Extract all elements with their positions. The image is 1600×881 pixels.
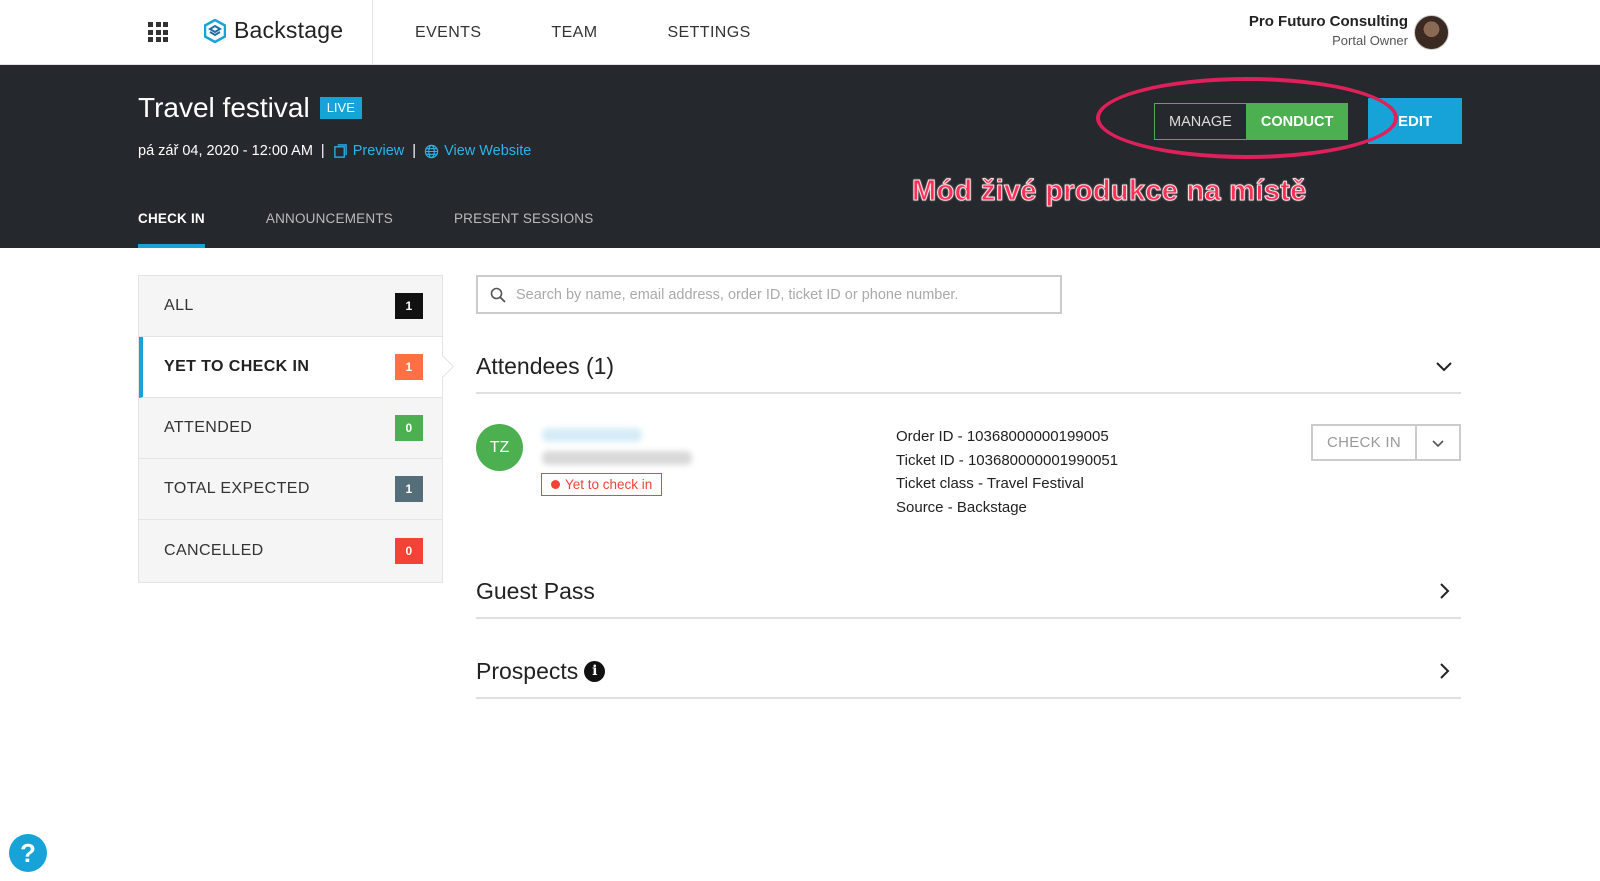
attendee-search [476, 275, 1062, 314]
attendees-section-header[interactable]: Attendees (1) [476, 340, 1461, 394]
preview-label: Preview [352, 143, 405, 159]
meta-separator: | [320, 143, 325, 159]
preview-link[interactable]: Preview [333, 143, 405, 159]
attendee-avatar: TZ [476, 424, 523, 471]
tab-announcements[interactable]: ANNOUNCEMENTS [266, 205, 393, 248]
annotation-text: Mód živé produkce na místě [912, 175, 1307, 208]
attendee-name-redacted [542, 428, 642, 442]
filter-attended[interactable]: ATTENDED 0 [139, 398, 442, 459]
chevron-down-icon[interactable] [1435, 357, 1453, 375]
prospects-section-header[interactable]: Prospects i [476, 645, 1461, 699]
guest-pass-section-header[interactable]: Guest Pass [476, 565, 1461, 619]
prospects-title: Prospects [476, 657, 579, 684]
globe-icon [424, 144, 439, 158]
status-dot-icon [551, 480, 560, 489]
nav-team[interactable]: TEAM [551, 24, 597, 42]
attendees-title: Attendees (1) [476, 352, 615, 379]
count-badge: 1 [395, 354, 423, 380]
brand[interactable]: Backstage [204, 17, 343, 44]
help-button[interactable]: ? [9, 834, 47, 872]
count-badge: 0 [395, 537, 423, 564]
edit-button[interactable]: EDIT [1368, 98, 1462, 144]
status-filter-panel: ALL 1 YET TO CHECK IN 1 ATTENDED 0 TOTAL… [138, 275, 443, 583]
event-header: Travel festival LIVE pá zář 04, 2020 - 1… [0, 65, 1600, 248]
check-in-dropdown[interactable] [1417, 426, 1459, 459]
event-datetime: pá zář 04, 2020 - 12:00 AM [138, 143, 313, 159]
filter-all[interactable]: ALL 1 [139, 276, 442, 337]
backstage-logo-icon [204, 18, 226, 43]
filter-label: YET TO CHECK IN [164, 358, 310, 375]
status-badge: Yet to check in [541, 473, 663, 496]
count-badge: 1 [395, 476, 423, 502]
main-nav: EVENTS TEAM SETTINGS [415, 0, 821, 65]
manage-mode-button[interactable]: MANAGE [1155, 104, 1247, 139]
search-input[interactable] [516, 286, 1036, 303]
top-navbar: Backstage EVENTS TEAM SETTINGS Pro Futur… [0, 0, 1600, 65]
status-label: Yet to check in [565, 477, 653, 492]
tab-present-sessions[interactable]: PRESENT SESSIONS [454, 205, 594, 248]
count-badge: 1 [395, 293, 423, 319]
filter-yet-to-check-in[interactable]: YET TO CHECK IN 1 [139, 337, 442, 398]
event-title-row: Travel festival LIVE [138, 92, 362, 124]
search-icon [490, 287, 506, 303]
user-info[interactable]: Pro Futuro Consulting Portal Owner [1249, 13, 1408, 48]
view-website-link[interactable]: View Website [424, 143, 531, 159]
live-badge: LIVE [319, 97, 362, 119]
user-role: Portal Owner [1332, 33, 1408, 48]
filter-label: ATTENDED [164, 419, 253, 436]
apps-grid-icon[interactable] [148, 22, 168, 42]
chevron-right-icon[interactable] [1435, 662, 1453, 680]
nav-events[interactable]: EVENTS [415, 24, 481, 42]
ticket-details: Order ID - 10368000000199005 Ticket ID -… [896, 425, 1118, 519]
preview-icon [333, 143, 347, 158]
info-icon[interactable]: i [584, 660, 606, 682]
guest-pass-title: Guest Pass [476, 577, 595, 604]
filter-label: ALL [164, 297, 194, 314]
order-id: Order ID - 10368000000199005 [896, 428, 1109, 445]
filter-total-expected[interactable]: TOTAL EXPECTED 1 [139, 459, 442, 520]
chevron-right-icon[interactable] [1435, 582, 1453, 600]
count-badge: 0 [395, 415, 423, 441]
mode-toggle: MANAGE CONDUCT [1154, 103, 1349, 140]
ticket-class: Ticket class - Travel Festival [896, 475, 1084, 492]
filter-label: CANCELLED [164, 541, 264, 559]
conduct-mode-button[interactable]: CONDUCT [1246, 104, 1348, 139]
filter-cancelled[interactable]: CANCELLED 0 [139, 520, 442, 581]
nav-settings[interactable]: SETTINGS [667, 24, 750, 42]
view-website-label: View Website [444, 143, 532, 159]
prospects-heading: Prospects i [476, 657, 606, 685]
check-in-button[interactable]: CHECK IN [1313, 426, 1417, 459]
user-name: Pro Futuro Consulting [1248, 13, 1408, 30]
check-in-button-group: CHECK IN [1311, 424, 1461, 461]
event-title: Travel festival [138, 92, 310, 123]
user-avatar[interactable] [1414, 15, 1449, 50]
nav-divider [372, 0, 373, 65]
event-meta: pá zář 04, 2020 - 12:00 AM | Preview | V… [138, 143, 531, 159]
event-tabs: CHECK IN ANNOUNCEMENTS PRESENT SESSIONS [138, 205, 654, 248]
tab-check-in[interactable]: CHECK IN [138, 205, 205, 248]
filter-label: TOTAL EXPECTED [164, 480, 310, 497]
meta-separator: | [412, 143, 417, 159]
brand-name: Backstage [234, 17, 344, 43]
ticket-id: Ticket ID - 103680000001990051 [896, 451, 1119, 469]
chevron-down-icon [1432, 439, 1444, 447]
ticket-source: Source - Backstage [896, 498, 1027, 516]
attendee-email-redacted [542, 451, 692, 465]
